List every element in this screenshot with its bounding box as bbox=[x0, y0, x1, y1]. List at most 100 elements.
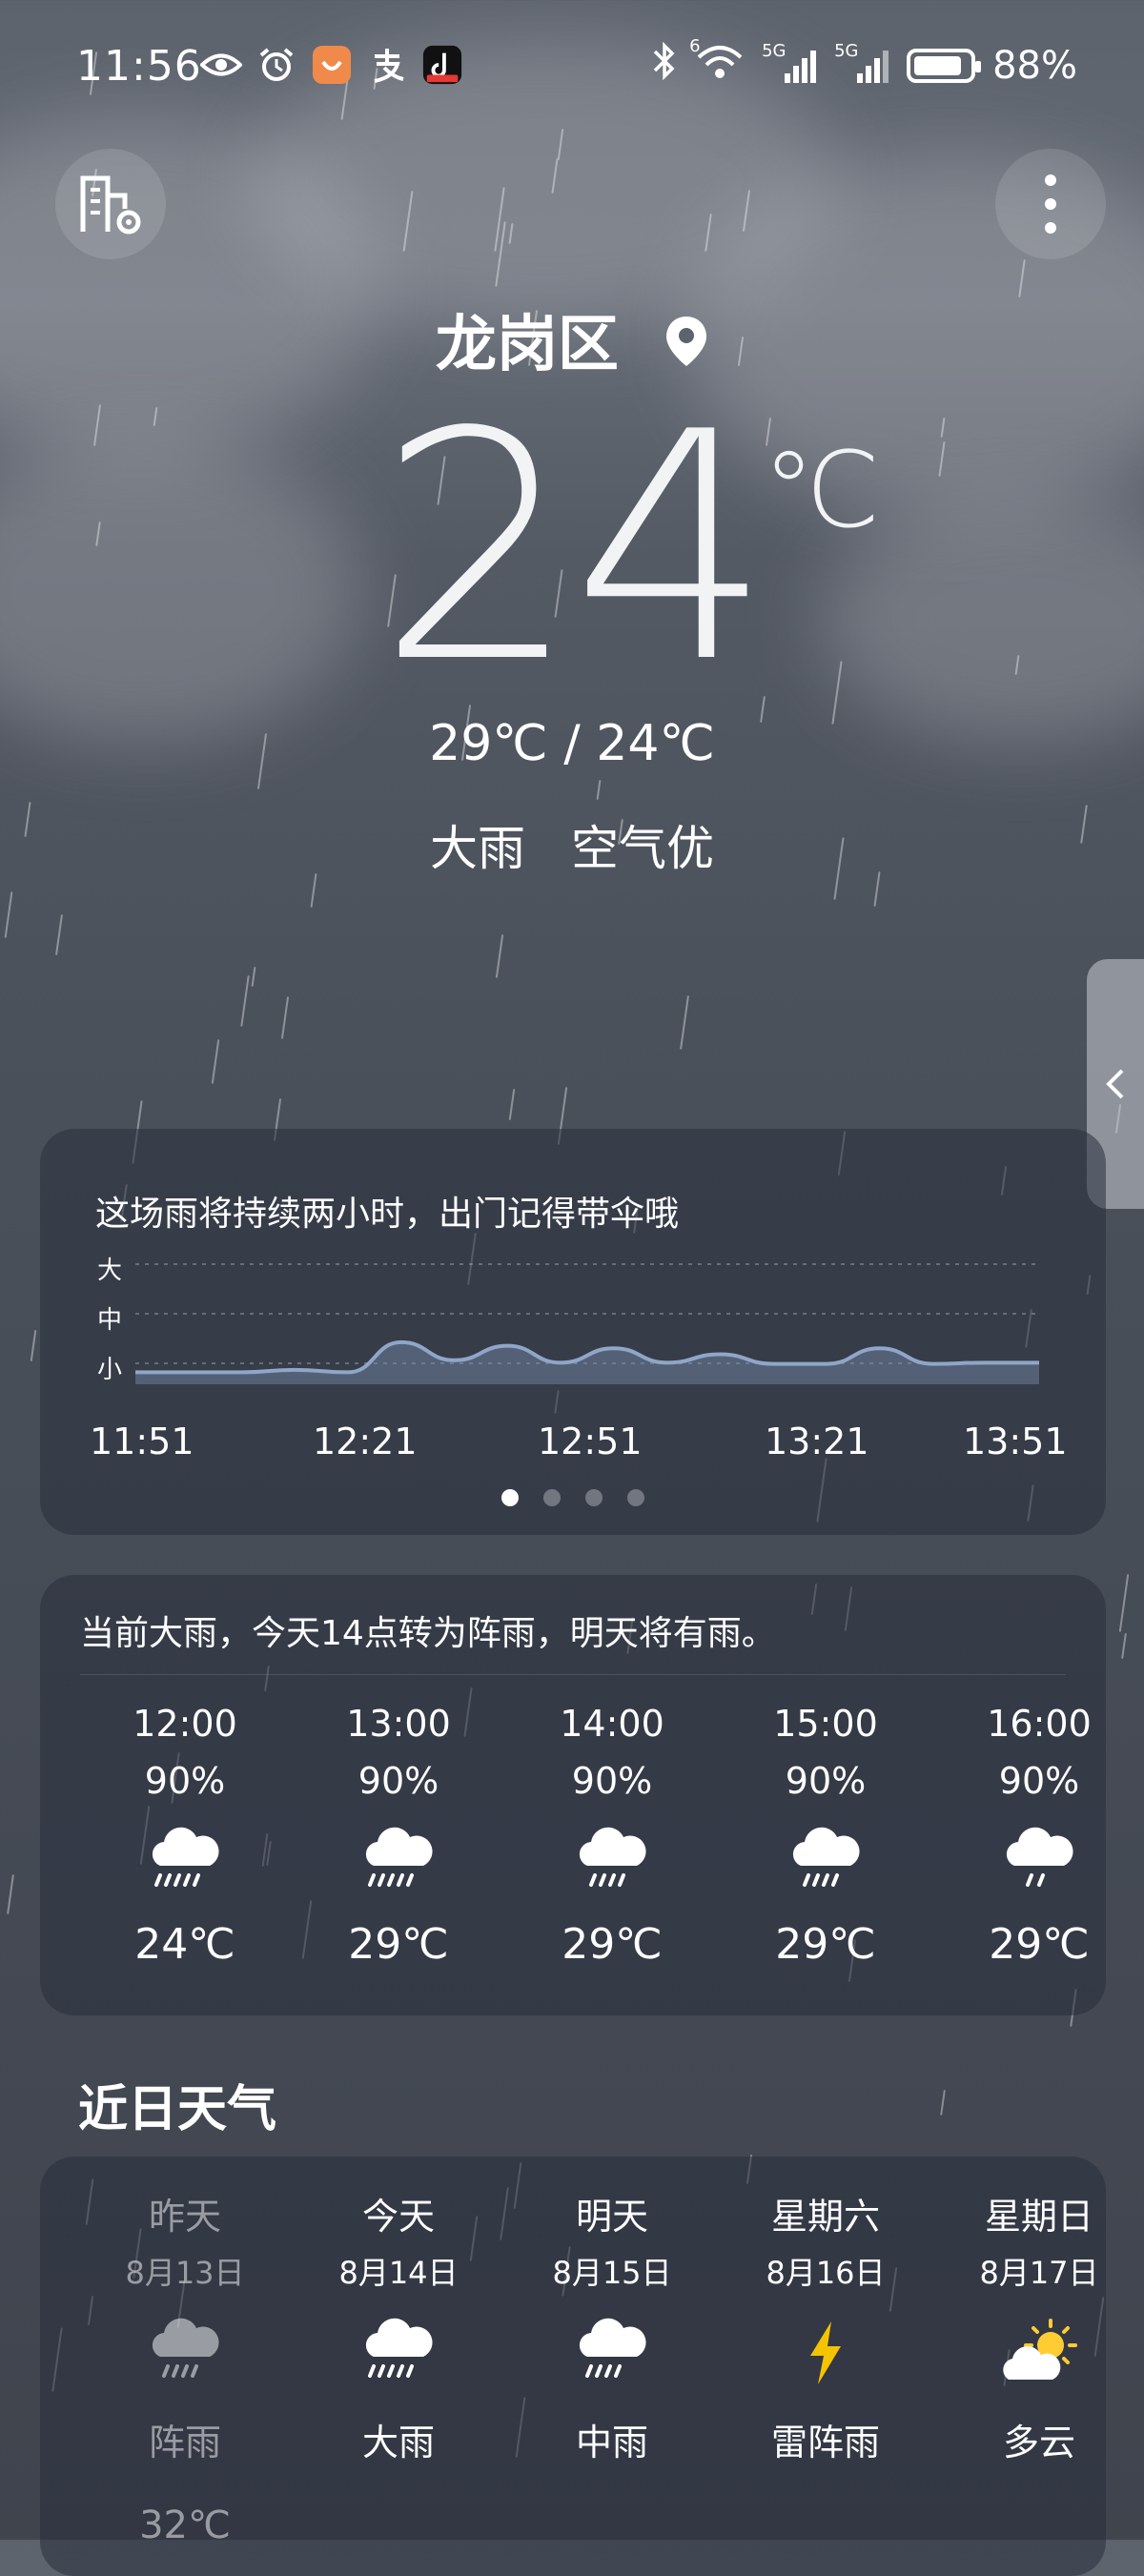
precip-chance: 90% bbox=[571, 1760, 653, 1802]
page-indicator bbox=[40, 1489, 1106, 1506]
rain-streak bbox=[280, 996, 290, 1039]
day-name: 星期日 bbox=[984, 2196, 1093, 2238]
hour-time: 12:00 bbox=[133, 1703, 237, 1745]
day-name: 明天 bbox=[575, 2196, 648, 2238]
wifi-icon: 6 bbox=[689, 36, 745, 90]
day-name: 昨天 bbox=[148, 2196, 221, 2238]
hour-time: 15:00 bbox=[773, 1703, 878, 1745]
shower-icon bbox=[99, 2300, 271, 2405]
forecast-summary: 当前大雨，今天14点转为阵雨，明天将有雨。 bbox=[80, 1614, 776, 1653]
day-date: 8月17日 bbox=[979, 2255, 1099, 2291]
tiktok-icon bbox=[421, 45, 463, 85]
daily-item-yesterday[interactable]: 昨天 8月13日 阵雨 32℃ bbox=[99, 2187, 271, 2547]
hourly-item: 13:00 90% 29℃ bbox=[322, 1703, 475, 1969]
day-name: 今天 bbox=[361, 2196, 435, 2238]
day-condition: 中雨 bbox=[575, 2422, 648, 2464]
rain-streak bbox=[7, 1874, 14, 1914]
status-bar: 11:56 6 5G 5G 88% bbox=[0, 0, 1144, 133]
hour-temp: 29℃ bbox=[989, 1920, 1090, 1969]
rain-streak bbox=[55, 914, 63, 955]
hour-time: 16:00 bbox=[987, 1703, 1092, 1745]
thunder-icon bbox=[740, 2300, 911, 2405]
precip-chance: 90% bbox=[785, 1760, 867, 1802]
weather-condition: 大雨 bbox=[430, 821, 526, 876]
hourly-item: 15:00 90% 29℃ bbox=[749, 1703, 902, 1969]
day-date: 8月13日 bbox=[125, 2255, 245, 2291]
alipay-icon bbox=[366, 46, 408, 84]
day-high-temp: 32℃ bbox=[139, 2504, 231, 2547]
daily-section-title: 近日天气 bbox=[78, 2081, 277, 2138]
rain-streak bbox=[30, 1330, 37, 1361]
day-condition: 雷阵雨 bbox=[770, 2422, 880, 2464]
temperature-unit: ℃ bbox=[763, 429, 881, 551]
rain-streak bbox=[211, 1039, 220, 1084]
current-temperature: 24 ℃ bbox=[0, 391, 1144, 705]
temperature-value: 24 bbox=[378, 365, 772, 731]
hourly-item: 14:00 90% 29℃ bbox=[536, 1703, 688, 1969]
day-name: 星期六 bbox=[770, 2196, 880, 2238]
day-date: 8月15日 bbox=[552, 2255, 672, 2291]
more-button[interactable] bbox=[995, 149, 1106, 259]
daily-item-saturday[interactable]: 星期六 8月16日 雷阵雨 bbox=[740, 2187, 911, 2465]
precip-chance: 90% bbox=[144, 1760, 226, 1802]
time-label: 11:51 bbox=[90, 1421, 194, 1462]
rain-forecast-card[interactable]: 这场雨将持续两小时，出门记得带伞哦 大 中 小 11:51 12:21 12:5… bbox=[40, 1129, 1106, 1535]
more-vertical-icon bbox=[1045, 174, 1056, 234]
manage-cities-button[interactable] bbox=[55, 149, 166, 259]
rain-streak bbox=[251, 966, 256, 988]
hourly-item: 16:00 90% 29℃ bbox=[963, 1703, 1115, 1969]
shower-icon bbox=[536, 1809, 688, 1914]
rain-intensity-chart bbox=[134, 1263, 1039, 1384]
condition-line: 大雨 空气优 bbox=[0, 810, 1144, 879]
rain-forecast-message: 这场雨将持续两小时，出门记得带伞哦 bbox=[95, 1195, 680, 1234]
rain-streak bbox=[1121, 1632, 1127, 1660]
rain-streak bbox=[940, 2089, 946, 2116]
day-condition: 阵雨 bbox=[148, 2422, 221, 2464]
air-quality[interactable]: 空气优 bbox=[571, 821, 714, 876]
page-dot[interactable] bbox=[627, 1489, 644, 1506]
eye-icon bbox=[200, 46, 242, 84]
day-condition: 多云 bbox=[1002, 2422, 1075, 2464]
daily-forecast-card[interactable]: 昨天 8月13日 阵雨 32℃ 今天 8月14日 大雨 明天 8月15日 中雨 … bbox=[40, 2157, 1106, 2576]
hourly-item: 12:00 90% 24℃ bbox=[109, 1703, 261, 1969]
time-label: 12:21 bbox=[313, 1421, 418, 1462]
bluetooth-icon bbox=[651, 41, 678, 90]
daily-item-sunday[interactable]: 星期日 8月17日 多云 bbox=[953, 2187, 1125, 2465]
rain-streak bbox=[680, 995, 689, 1050]
page-dot[interactable] bbox=[585, 1489, 603, 1506]
rain-streak bbox=[4, 891, 13, 938]
health-app-icon bbox=[311, 46, 353, 84]
hour-time: 14:00 bbox=[560, 1703, 664, 1745]
light-rain-icon bbox=[963, 1809, 1115, 1914]
time-label: 13:51 bbox=[963, 1421, 1068, 1462]
moderate-rain-icon bbox=[526, 2300, 698, 2405]
hour-temp: 24℃ bbox=[134, 1920, 235, 1969]
hour-time: 13:00 bbox=[346, 1703, 451, 1745]
heavy-rain-icon bbox=[109, 1809, 261, 1914]
rain-streak bbox=[495, 934, 504, 978]
rain-streak bbox=[240, 975, 250, 1027]
shower-icon bbox=[749, 1809, 902, 1914]
hour-temp: 29℃ bbox=[562, 1920, 663, 1969]
rain-streak bbox=[596, 779, 602, 801]
status-time: 11:56 bbox=[76, 42, 202, 91]
battery-percent: 88% bbox=[992, 44, 1077, 88]
daily-item-tomorrow[interactable]: 明天 8月15日 中雨 bbox=[526, 2187, 698, 2465]
partly-cloudy-icon bbox=[953, 2300, 1125, 2405]
time-label: 12:51 bbox=[538, 1421, 643, 1462]
wifi-version-label: 6 bbox=[689, 36, 701, 56]
battery-icon bbox=[907, 49, 982, 83]
cell-signal-2: 5G bbox=[834, 41, 889, 85]
page-dot[interactable] bbox=[501, 1489, 519, 1506]
heavy-rain-icon bbox=[313, 2300, 484, 2405]
page-dot[interactable] bbox=[543, 1489, 561, 1506]
city-settings-icon bbox=[80, 175, 141, 235]
day-condition: 大雨 bbox=[361, 2422, 435, 2464]
day-date: 8月16日 bbox=[766, 2255, 886, 2291]
daily-item-today[interactable]: 今天 8月14日 大雨 bbox=[313, 2187, 484, 2465]
precip-chance: 90% bbox=[358, 1760, 439, 1802]
hourly-forecast-card[interactable]: 当前大雨，今天14点转为阵雨，明天将有雨。 12:00 90% 24℃ 13:0… bbox=[40, 1575, 1106, 2015]
alarm-icon bbox=[255, 46, 297, 84]
hour-temp: 29℃ bbox=[348, 1920, 449, 1969]
precip-chance: 90% bbox=[998, 1760, 1080, 1802]
